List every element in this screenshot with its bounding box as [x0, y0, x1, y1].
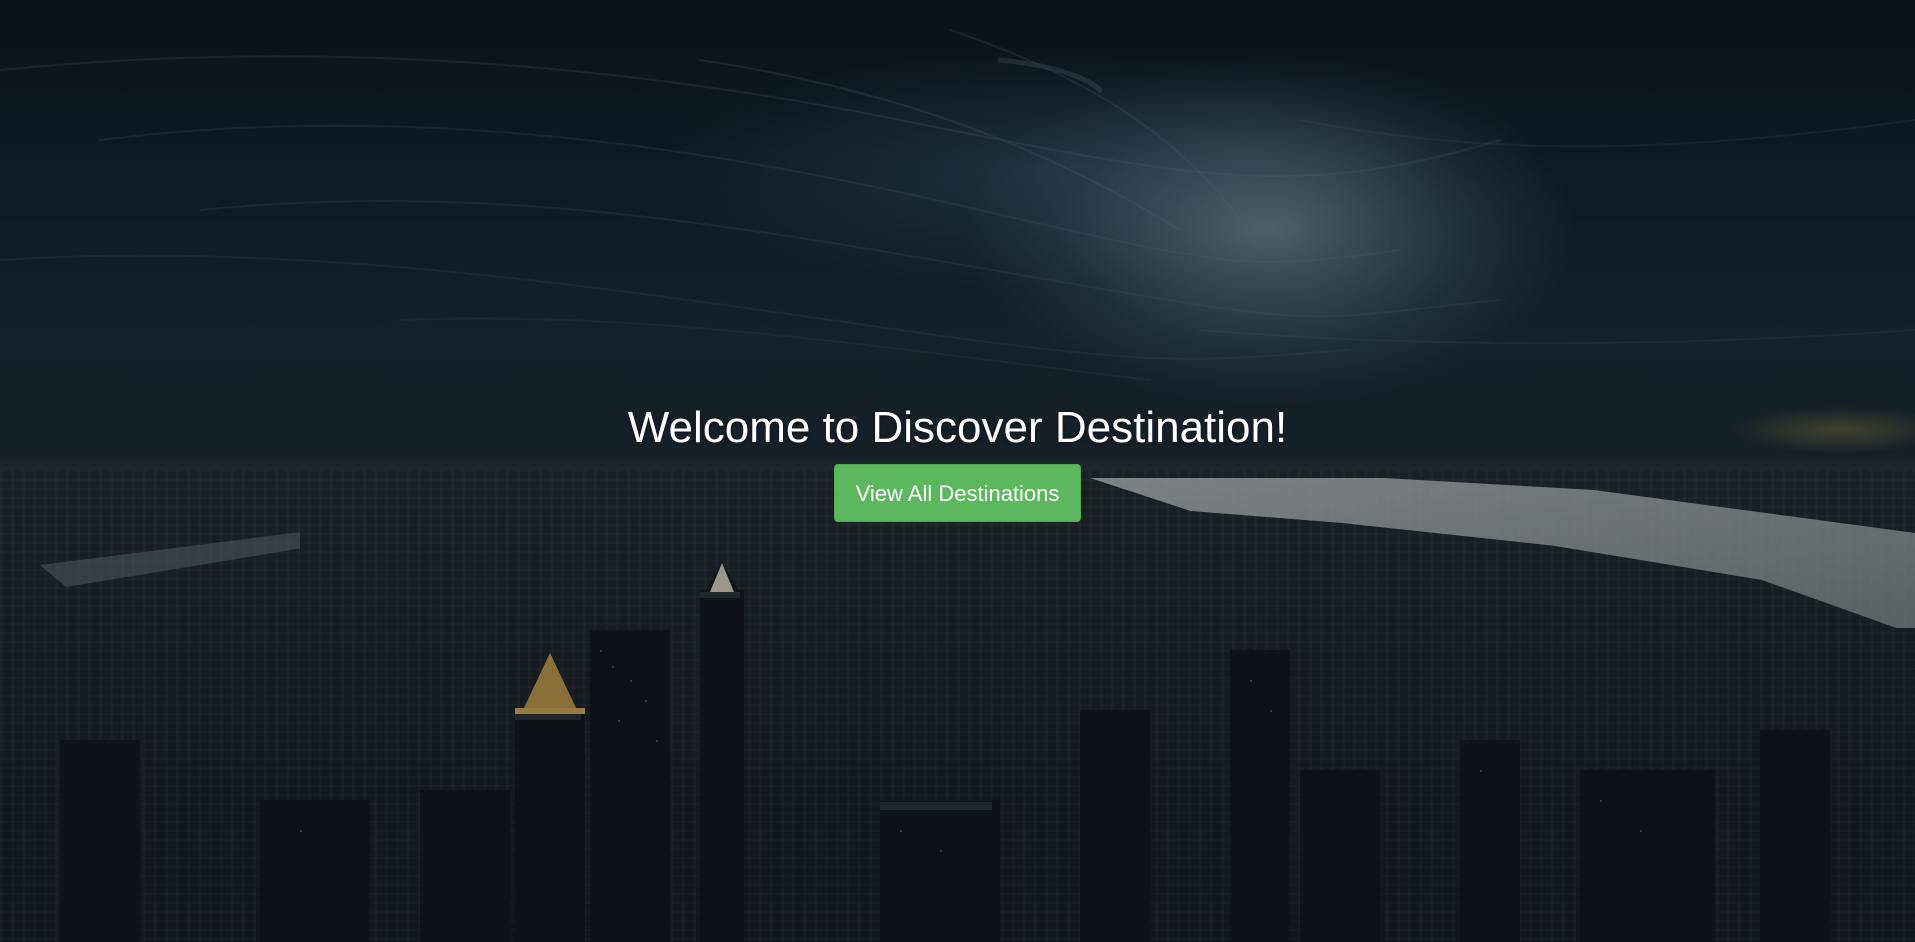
view-all-destinations-button[interactable]: View All Destinations: [833, 464, 1082, 522]
hero-section: Welcome to Discover Destination! View Al…: [0, 0, 1915, 942]
hero-title: Welcome to Discover Destination!: [627, 403, 1288, 452]
hero-content: Welcome to Discover Destination! View Al…: [0, 400, 1915, 522]
